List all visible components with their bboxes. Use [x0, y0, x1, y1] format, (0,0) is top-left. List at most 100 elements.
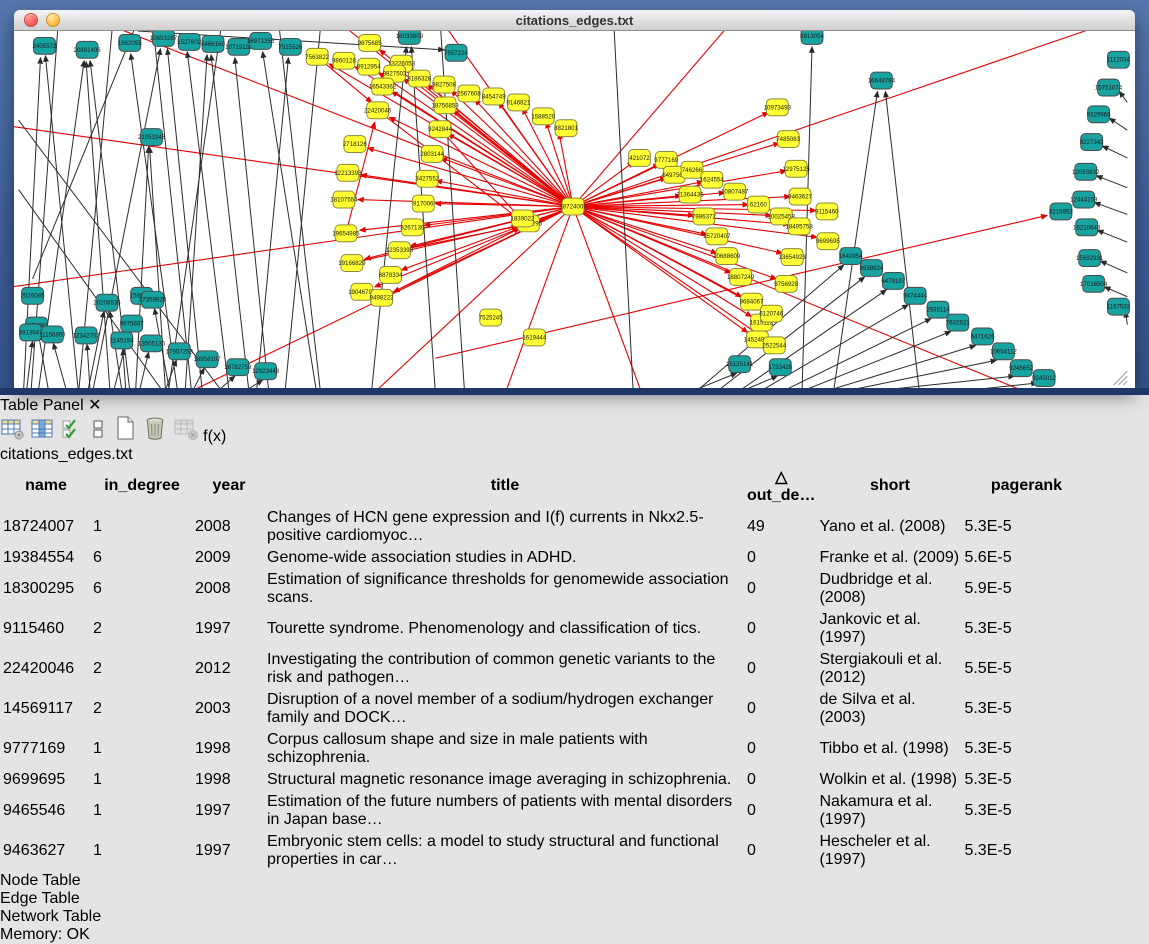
- network-edge[interactable]: [883, 376, 1014, 388]
- select-all-icon[interactable]: [61, 428, 89, 445]
- table-cell[interactable]: 49: [746, 508, 816, 546]
- network-edge[interactable]: [1105, 287, 1128, 297]
- table-cell[interactable]: 18724007: [2, 508, 90, 546]
- network-node[interactable]: 1962055: [118, 34, 142, 51]
- network-edge[interactable]: [247, 380, 263, 388]
- network-node[interactable]: 8821801: [554, 120, 578, 137]
- table-cell[interactable]: 0: [746, 650, 816, 688]
- table-cell[interactable]: 6: [92, 548, 192, 568]
- network-node[interactable]: 9756928: [774, 275, 798, 292]
- network-node[interactable]: 7986372: [692, 208, 716, 225]
- network-edge[interactable]: [851, 360, 997, 388]
- network-node[interactable]: 15751074: [1095, 79, 1123, 96]
- network-node[interactable]: 7563822: [305, 48, 329, 65]
- network-edge[interactable]: [971, 383, 1037, 388]
- table-cell[interactable]: 0: [746, 730, 816, 768]
- network-node[interactable]: 16648784: [868, 72, 896, 89]
- network-node[interactable]: 9860128: [332, 52, 356, 69]
- network-node[interactable]: 8938924: [860, 260, 884, 277]
- table-cell[interactable]: 2009: [194, 548, 264, 568]
- network-canvas[interactable]: 2405572208914061962055106532871527602646…: [14, 31, 1135, 388]
- table-cell[interactable]: 1: [92, 770, 192, 790]
- network-node[interactable]: 2718126: [343, 136, 367, 153]
- network-node[interactable]: 10973493: [764, 99, 792, 116]
- table-cell[interactable]: 5.3E-5: [963, 508, 1089, 546]
- network-node[interactable]: 6479197: [881, 272, 905, 289]
- column-header[interactable]: pagerank: [963, 466, 1089, 506]
- table-cell[interactable]: Jankovic et al. (1997): [818, 610, 961, 648]
- network-node[interactable]: 9498222: [370, 289, 394, 306]
- table-cell[interactable]: 5.3E-5: [963, 610, 1089, 648]
- network-node[interactable]: 13654923: [779, 249, 807, 266]
- minimize-button[interactable]: [46, 13, 60, 27]
- network-edge[interactable]: [1097, 176, 1128, 188]
- network-node[interactable]: 7525245: [479, 309, 503, 326]
- table-cell[interactable]: 5.6E-5: [963, 548, 1089, 568]
- network-node[interactable]: 9146821: [507, 94, 531, 111]
- network-node[interactable]: 9463627: [788, 188, 812, 205]
- network-edge[interactable]: [1110, 118, 1128, 130]
- network-edge[interactable]: [1095, 203, 1128, 215]
- network-node[interactable]: 16971355: [247, 32, 275, 49]
- table-cell[interactable]: 1997: [194, 610, 264, 648]
- network-edge[interactable]: [211, 55, 249, 388]
- network-node[interactable]: 8215953: [1049, 203, 1073, 220]
- close-panel-icon[interactable]: ✕: [88, 397, 101, 414]
- network-edge[interactable]: [573, 207, 713, 388]
- network-edge[interactable]: [573, 31, 911, 207]
- network-node[interactable]: 9975887: [120, 315, 144, 332]
- network-node[interactable]: 19654985: [332, 225, 360, 242]
- network-node[interactable]: 1839022: [511, 210, 535, 227]
- network-node[interactable]: 2567608: [457, 85, 481, 102]
- network-node[interactable]: 1733426: [768, 359, 792, 376]
- network-node[interactable]: 8878334: [379, 267, 403, 284]
- table-cell[interactable]: de Silva et al. (2003): [818, 690, 961, 728]
- network-node[interactable]: 18807249: [727, 269, 755, 286]
- network-graph[interactable]: 2405572208914061962055106532871527602646…: [14, 31, 1135, 388]
- network-node[interactable]: 8912954: [357, 58, 381, 75]
- table-cell[interactable]: 2: [92, 690, 192, 728]
- tab-edge-table[interactable]: Edge Table: [0, 890, 1149, 908]
- network-edge[interactable]: [411, 47, 435, 388]
- table-cell[interactable]: 5.9E-5: [963, 570, 1089, 608]
- table-cell[interactable]: 0: [746, 548, 816, 568]
- network-edge[interactable]: [745, 376, 778, 388]
- table-row[interactable]: 969969511998Structural magnetic resonanc…: [2, 770, 1089, 790]
- table-row[interactable]: 911546021997Tourette syndrome. Phenomeno…: [2, 610, 1089, 648]
- network-node[interactable]: 2935114: [926, 301, 950, 318]
- delete-icon[interactable]: [142, 428, 172, 445]
- table-cell[interactable]: 2: [92, 610, 192, 648]
- network-node[interactable]: 10688609: [713, 248, 741, 265]
- table-cell[interactable]: 1997: [194, 792, 264, 830]
- table-cell[interactable]: 1998: [194, 730, 264, 768]
- network-node[interactable]: 20891406: [73, 41, 101, 58]
- network-node[interactable]: 17957253: [166, 343, 194, 360]
- table-cell[interactable]: 2012: [194, 650, 264, 688]
- network-node[interactable]: 917006: [412, 195, 434, 212]
- network-node[interactable]: 16033809: [396, 31, 424, 44]
- network-edge[interactable]: [263, 52, 317, 388]
- table-cell[interactable]: Structural magnetic resonance image aver…: [266, 770, 744, 790]
- table-cell[interactable]: Wolkin et al. (1998): [818, 770, 961, 790]
- network-node[interactable]: 18724007: [559, 198, 587, 215]
- table-cell[interactable]: Estimation of significance thresholds fo…: [266, 570, 744, 608]
- network-node[interactable]: 62160: [748, 196, 770, 213]
- table-cell[interactable]: 1997: [194, 832, 264, 870]
- network-edge[interactable]: [235, 58, 269, 388]
- column-header[interactable]: short: [818, 466, 961, 506]
- network-node[interactable]: 10654112: [990, 343, 1017, 360]
- table-cell[interactable]: 5.5E-5: [963, 650, 1089, 688]
- table-cell[interactable]: 18300295: [2, 570, 90, 608]
- network-node[interactable]: 8267130: [400, 219, 424, 236]
- network-node[interactable]: 19166829: [338, 255, 366, 272]
- table-cell[interactable]: Hescheler et al. (1997): [818, 832, 961, 870]
- table-cell[interactable]: Disruption of a novel member of a sodium…: [266, 690, 744, 728]
- network-edge[interactable]: [435, 207, 573, 388]
- network-node[interactable]: 9827508: [432, 76, 456, 93]
- network-node[interactable]: 11156869: [39, 326, 66, 343]
- network-node[interactable]: 15135141: [726, 356, 754, 373]
- table-cell[interactable]: Corpus callosum shape and size in male p…: [266, 730, 744, 768]
- network-edge[interactable]: [257, 58, 289, 388]
- table-cell[interactable]: 22420046: [2, 650, 90, 688]
- network-node[interactable]: 8454749: [482, 88, 506, 105]
